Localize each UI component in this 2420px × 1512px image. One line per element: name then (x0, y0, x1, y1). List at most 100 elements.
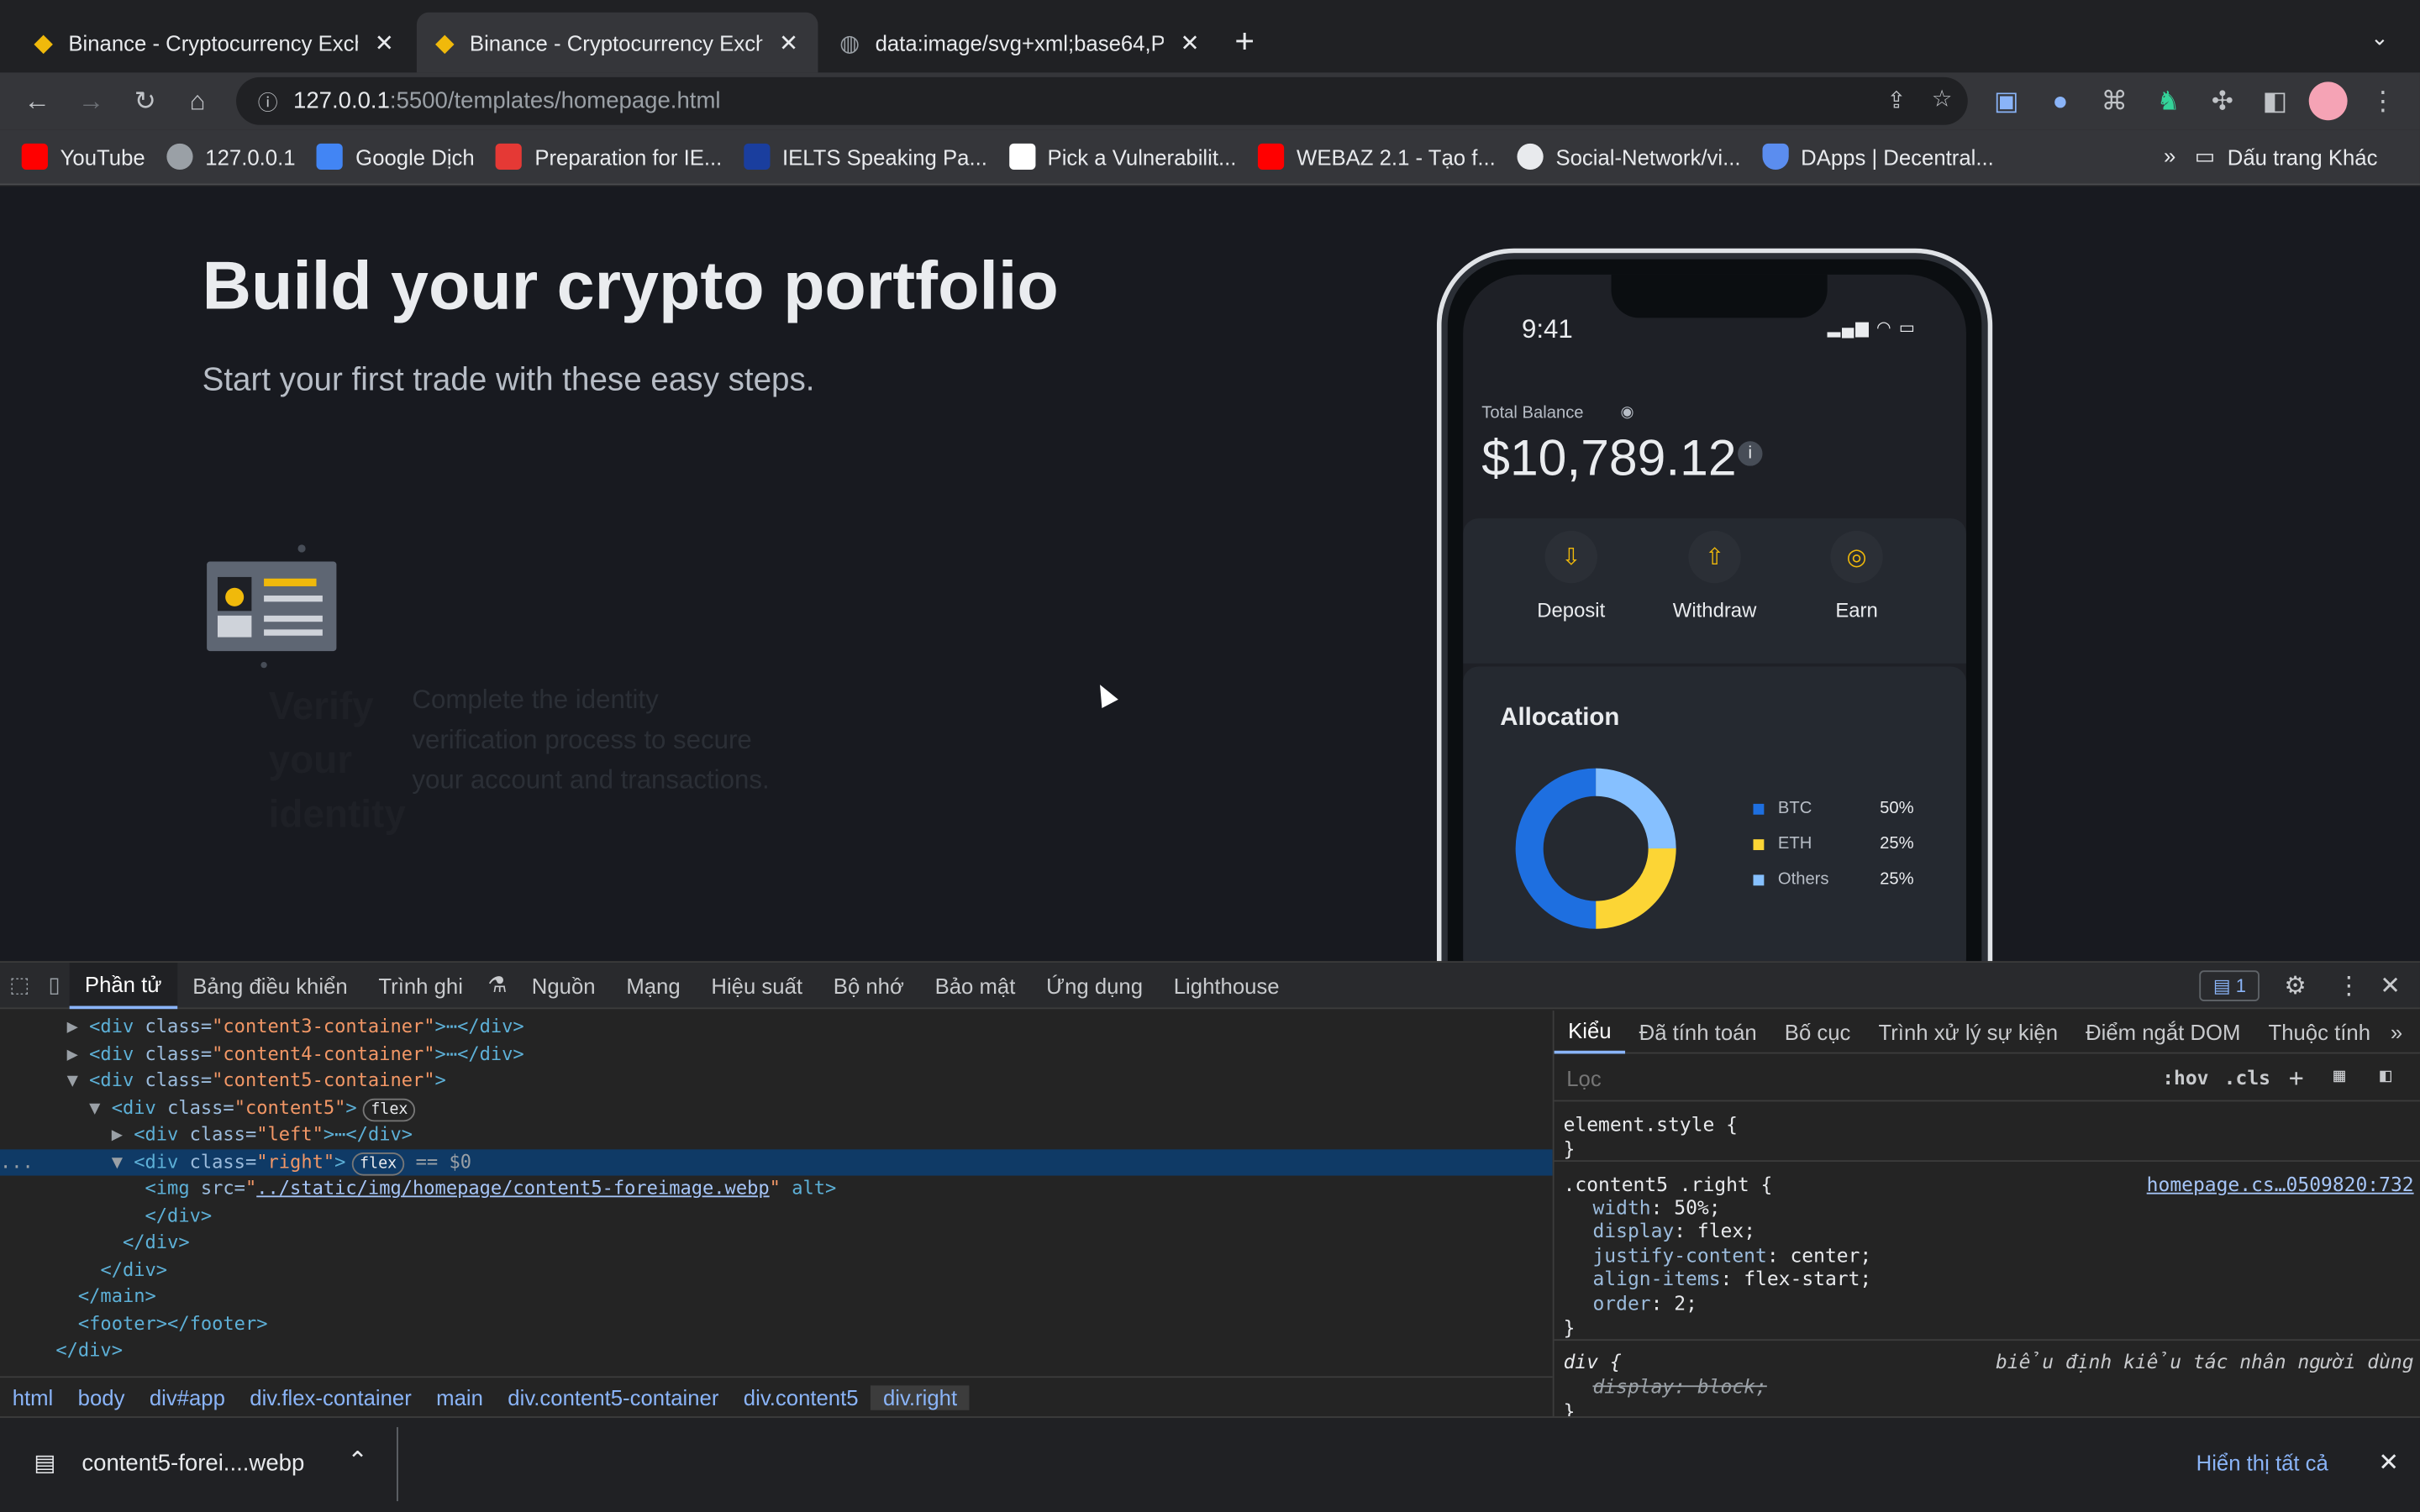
bookmark-item[interactable]: Google Dịch (317, 143, 475, 171)
extension-icon[interactable]: ⌘ (2093, 72, 2136, 129)
bookmark-item[interactable]: 127.0.0.1 (166, 143, 296, 171)
tab-recorder[interactable]: Trình ghi (363, 962, 478, 1008)
bookmark-item[interactable]: IELTS Speaking Pa... (744, 143, 987, 171)
menu-kebab-icon[interactable]: ⋮ (2361, 72, 2404, 129)
css-declaration[interactable]: width: 50%; (1592, 1195, 1720, 1219)
home-icon[interactable]: ⌂ (176, 72, 218, 129)
info-icon[interactable]: ⓘ (258, 87, 278, 116)
breadcrumb-item[interactable]: div.flex-container (238, 1385, 424, 1410)
side-panel-icon[interactable]: ◧ (2254, 72, 2296, 129)
tab-memory[interactable]: Bộ nhớ (818, 962, 919, 1008)
download-file-name[interactable]: content5-forei....webp (82, 1450, 304, 1476)
close-tab-icon[interactable]: ✕ (778, 29, 800, 56)
dom-node-line[interactable]: </div> (0, 1337, 1553, 1364)
dom-node-line[interactable]: ▶ <div class="content4-container">⋯</div… (0, 1041, 1553, 1068)
bookmark-favicon-icon (1008, 143, 1035, 171)
tab-styles[interactable]: Kiểu (1554, 1011, 1626, 1053)
css-declaration[interactable]: display: flex; (1592, 1220, 1755, 1243)
tab-console[interactable]: Bảng điều khiển (177, 962, 363, 1008)
tab-search-chevron-icon[interactable]: ⌄ (2370, 24, 2389, 50)
more-tabs-chevron-icon[interactable]: » (2385, 1019, 2409, 1043)
avatar[interactable] (2308, 81, 2348, 121)
translate-extension-icon[interactable]: ▣ (1985, 72, 2028, 129)
dom-node-line[interactable]: <footer></footer> (0, 1310, 1553, 1337)
browser-tab-1[interactable]: ◆ Binance - Cryptocurrency Exch ✕ (15, 13, 413, 73)
other-bookmarks-folder[interactable]: ▭ Dấu trang Khác (2195, 144, 2378, 170)
show-all-downloads-button[interactable]: Hiển thị tất cả (2196, 1450, 2328, 1474)
bookmark-item[interactable]: DApps | Decentral... (1762, 143, 1994, 171)
new-tab-button[interactable]: + (1234, 22, 1255, 62)
browser-tab-3[interactable]: ◍ data:image/svg+xml;base64,Ph ✕ (821, 13, 1219, 73)
styles-filter-input[interactable] (1560, 1061, 2144, 1096)
hov-toggle[interactable]: :hov (2162, 1066, 2208, 1089)
close-tab-icon[interactable]: ✕ (373, 29, 395, 56)
browser-tab-2[interactable]: ◆ Binance - Cryptocurrency Exch ✕ (416, 12, 818, 73)
paint-brush-icon[interactable]: ▦ (2333, 1063, 2345, 1086)
breadcrumb-item[interactable]: main (424, 1385, 495, 1410)
dom-node-line[interactable]: </main> (0, 1284, 1553, 1310)
tab-properties[interactable]: Thuộc tính (2254, 1019, 2385, 1043)
breadcrumb-item[interactable]: body (66, 1385, 137, 1410)
dom-node-line[interactable]: </div> (0, 1257, 1553, 1284)
back-arrow-icon[interactable]: ← (15, 72, 58, 129)
dom-node-line[interactable]: </div> (0, 1203, 1553, 1230)
more-bookmarks-chevron-icon[interactable]: » (2164, 144, 2175, 168)
inspect-element-icon[interactable]: ⬚ (0, 962, 39, 1008)
chevron-up-icon[interactable]: ⌃ (347, 1446, 368, 1477)
forward-arrow-icon[interactable]: → (70, 72, 113, 129)
dom-node-line[interactable]: ▼ <div class="content5"> flex (0, 1095, 1553, 1121)
tab-application[interactable]: Ứng dụng (1031, 962, 1159, 1008)
breadcrumb-item[interactable]: div.right (871, 1385, 970, 1410)
css-declaration[interactable]: order: 2; (1592, 1291, 1697, 1315)
new-rule-plus-icon[interactable]: + (2289, 1063, 2304, 1092)
tab-dom-breakpoints[interactable]: Điểm ngắt DOM (2072, 1019, 2254, 1043)
tab-security[interactable]: Bảo mật (919, 962, 1031, 1008)
bookmark-item[interactable]: Social-Network/vi... (1517, 143, 1741, 171)
bookmark-item[interactable]: YouTube (21, 143, 145, 171)
elements-dom-tree[interactable]: ▶ <div class="content3-container">⋯</div… (0, 1011, 1553, 1375)
dom-node-line[interactable]: </div> (0, 1230, 1553, 1257)
css-declaration[interactable]: justify-content: center; (1592, 1243, 1871, 1267)
settings-gear-icon[interactable]: ⚙ (2284, 970, 2306, 1001)
bookmark-item[interactable]: WEBAZ 2.1 - Tạo f... (1258, 143, 1496, 171)
breadcrumb-item[interactable]: html (0, 1385, 66, 1410)
dom-node-line[interactable]: ▼ <div class="content5-container"> (0, 1068, 1553, 1095)
device-toolbar-icon[interactable]: ▯ (39, 962, 69, 1008)
dom-node-line[interactable]: ▶ <div class="content3-container">⋯</div… (0, 1014, 1553, 1041)
rule-source-link[interactable]: homepage.cs…0509820:732 (2147, 1173, 2414, 1196)
tab-elements[interactable]: Phần tử (69, 962, 177, 1009)
tab-network[interactable]: Mạng (611, 962, 696, 1008)
extension-icon[interactable]: ● (2039, 72, 2081, 129)
bookmark-item[interactable]: Pick a Vulnerabilit... (1008, 143, 1236, 171)
bookmark-star-icon[interactable]: ☆ (1932, 85, 1953, 113)
breadcrumb-item[interactable]: div.content5 (731, 1385, 871, 1410)
extension-icon[interactable]: ♞ (2147, 72, 2190, 129)
toggle-sidebar-icon[interactable]: ◧ (2380, 1063, 2391, 1086)
legend-label: Others (1777, 869, 1829, 889)
tab-lighthouse[interactable]: Lighthouse (1158, 962, 1295, 1008)
css-declaration[interactable]: align-items: flex-start; (1592, 1267, 1871, 1290)
dom-node-line[interactable]: ▶ <div class="left">⋯</div> (0, 1121, 1553, 1148)
menu-kebab-icon[interactable]: ⋮ (2337, 970, 2361, 1001)
close-icon[interactable]: ✕ (2378, 1447, 2399, 1478)
dom-node-line[interactable]: <img src="../static/img/homepage/content… (0, 1176, 1553, 1203)
close-icon[interactable]: ✕ (2380, 970, 2401, 1001)
breadcrumb-item[interactable]: div#app (137, 1385, 237, 1410)
tab-event-listeners[interactable]: Trình xử lý sự kiện (1865, 1019, 2072, 1043)
breadcrumb-item[interactable]: div.content5-container (496, 1385, 731, 1410)
issues-badge[interactable]: ▤ 1 (2199, 970, 2260, 1002)
dom-node-line[interactable]: ... ▼ <div class="right"> flex == $0 (0, 1148, 1553, 1176)
bookmark-item[interactable]: Preparation for IE... (496, 143, 722, 171)
puzzle-icon[interactable]: ✣ (2201, 72, 2244, 129)
share-icon[interactable]: ⇪ (1886, 87, 1906, 114)
tab-sources[interactable]: Nguồn (516, 962, 611, 1008)
tab-performance[interactable]: Hiệu suất (696, 962, 818, 1008)
tab-layout[interactable]: Bố cục (1770, 1019, 1865, 1043)
tab-computed[interactable]: Đã tính toán (1625, 1019, 1770, 1043)
cls-toggle[interactable]: .cls (2224, 1066, 2270, 1089)
close-tab-icon[interactable]: ✕ (1179, 29, 1201, 56)
reload-icon[interactable]: ↻ (124, 72, 166, 129)
legend-item: Others 25% (1753, 870, 1938, 892)
legend-item: ETH 25% (1753, 835, 1938, 857)
address-bar[interactable]: ⓘ 127.0.0.1:5500/templates/homepage.html… (236, 76, 1968, 125)
